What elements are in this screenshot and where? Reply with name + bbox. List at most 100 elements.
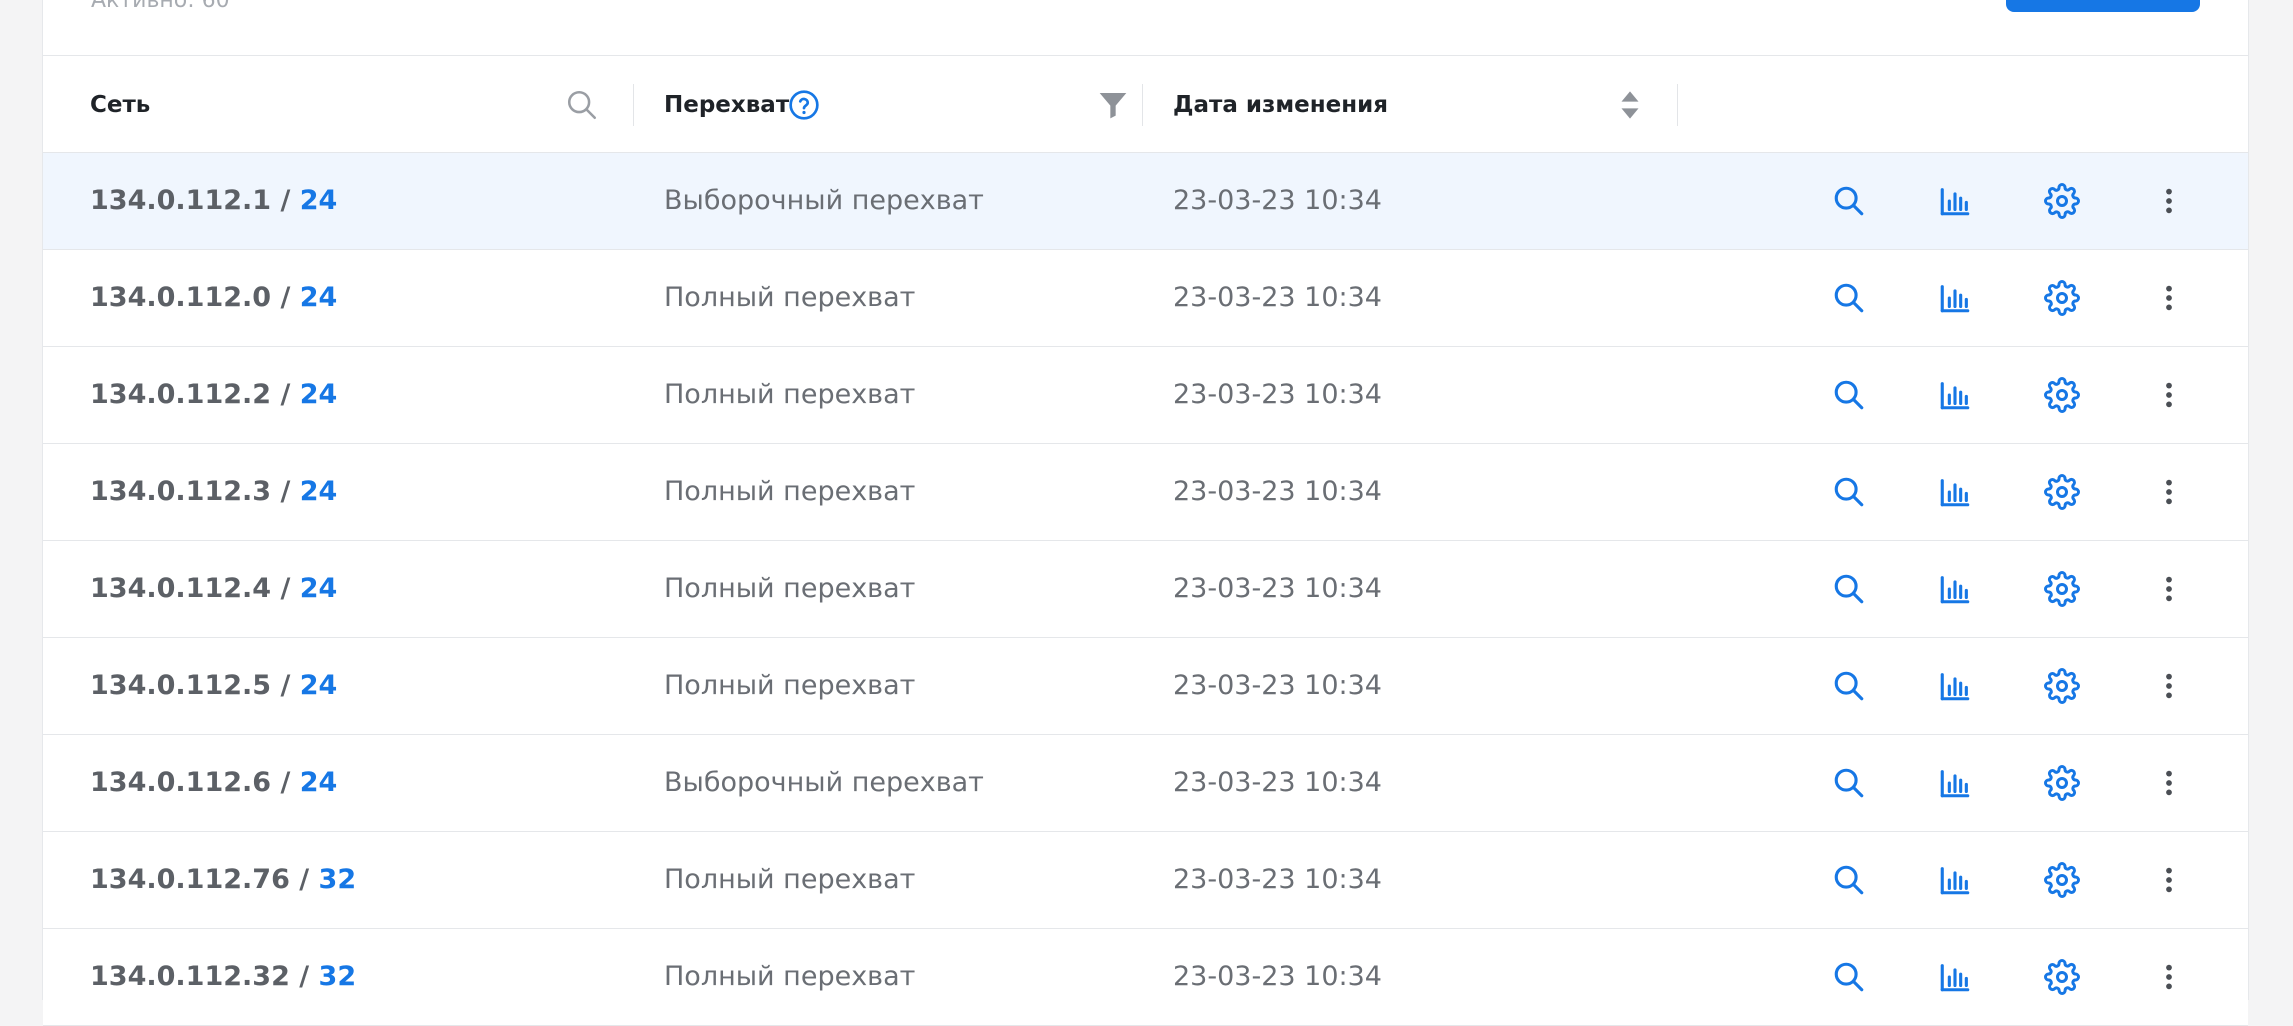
more-vertical-icon[interactable] <box>2147 761 2191 805</box>
intercept-mode: Полный перехват <box>664 864 916 895</box>
table-row[interactable]: 134.0.112.3 / 24 Полный перехват 23-03-2… <box>43 444 2248 541</box>
search-icon[interactable] <box>1827 858 1871 902</box>
chart-icon[interactable] <box>1933 664 1977 708</box>
sort-icon[interactable] <box>1611 86 1649 124</box>
networks-table-body: 134.0.112.1 / 24 Выборочный перехват 23-… <box>43 153 2248 1026</box>
intercept-mode: Полный перехват <box>664 573 916 604</box>
search-icon[interactable] <box>1827 955 1871 999</box>
gear-icon[interactable] <box>2040 179 2084 223</box>
gear-icon[interactable] <box>2040 761 2084 805</box>
modified-date: 23-03-23 10:34 <box>1173 864 1382 895</box>
more-vertical-icon[interactable] <box>2147 179 2191 223</box>
network-mask: 24 <box>299 573 338 604</box>
chart-icon[interactable] <box>1933 276 1977 320</box>
networks-card: Активно: 60 Сеть Перехват Дата изменения… <box>42 0 2249 1026</box>
network-ip: 134.0.112.6 <box>90 767 272 798</box>
network-separator: / <box>289 864 319 895</box>
gear-icon[interactable] <box>2040 373 2084 417</box>
chart-icon[interactable] <box>1933 567 1977 611</box>
network-mask: 24 <box>299 282 338 313</box>
chart-icon[interactable] <box>1933 470 1977 514</box>
gear-icon[interactable] <box>2040 567 2084 611</box>
search-icon[interactable] <box>1827 761 1871 805</box>
network-separator: / <box>271 185 300 216</box>
network-mask: 24 <box>299 185 338 216</box>
table-row[interactable]: 134.0.112.6 / 24 Выборочный перехват 23-… <box>43 735 2248 832</box>
network-cell: 134.0.112.2 / 24 <box>90 347 337 443</box>
network-cell: 134.0.112.3 / 24 <box>90 444 337 540</box>
network-separator: / <box>271 476 300 507</box>
network-mask: 24 <box>299 670 338 701</box>
intercept-mode: Полный перехват <box>664 670 916 701</box>
network-ip: 134.0.112.4 <box>90 573 272 604</box>
gear-icon[interactable] <box>2040 276 2084 320</box>
network-cell: 134.0.112.1 / 24 <box>90 153 337 249</box>
gear-icon[interactable] <box>2040 858 2084 902</box>
network-cell: 134.0.112.4 / 24 <box>90 541 337 637</box>
filter-icon[interactable] <box>1094 86 1132 124</box>
intercept-mode: Выборочный перехват <box>664 767 984 798</box>
network-ip: 134.0.112.32 <box>90 961 290 992</box>
search-icon[interactable] <box>1827 276 1871 320</box>
network-separator: / <box>271 670 300 701</box>
network-ip: 134.0.112.0 <box>90 282 272 313</box>
primary-action-button[interactable] <box>2006 0 2200 12</box>
gear-icon[interactable] <box>2040 470 2084 514</box>
table-row[interactable]: 134.0.112.76 / 32 Полный перехват 23-03-… <box>43 832 2248 929</box>
network-separator: / <box>289 961 319 992</box>
intercept-mode: Полный перехват <box>664 379 916 410</box>
gear-icon[interactable] <box>2040 955 2084 999</box>
column-header-network: Сеть <box>90 92 151 118</box>
help-icon[interactable] <box>785 86 823 124</box>
network-cell: 134.0.112.76 / 32 <box>90 832 356 928</box>
network-ip: 134.0.112.3 <box>90 476 272 507</box>
network-cell: 134.0.112.6 / 24 <box>90 735 337 831</box>
table-header: Сеть Перехват Дата изменения <box>43 57 2248 153</box>
chart-icon[interactable] <box>1933 373 1977 417</box>
search-icon[interactable] <box>1827 567 1871 611</box>
more-vertical-icon[interactable] <box>2147 470 2191 514</box>
modified-date: 23-03-23 10:34 <box>1173 961 1382 992</box>
more-vertical-icon[interactable] <box>2147 373 2191 417</box>
modified-date: 23-03-23 10:34 <box>1173 185 1382 216</box>
more-vertical-icon[interactable] <box>2147 664 2191 708</box>
active-count: Активно: 60 <box>91 0 230 13</box>
network-ip: 134.0.112.1 <box>90 185 272 216</box>
more-vertical-icon[interactable] <box>2147 276 2191 320</box>
search-icon[interactable] <box>1827 179 1871 223</box>
network-ip: 134.0.112.76 <box>90 864 290 895</box>
column-divider <box>633 84 634 126</box>
network-ip: 134.0.112.2 <box>90 379 272 410</box>
gear-icon[interactable] <box>2040 664 2084 708</box>
network-mask: 24 <box>299 379 338 410</box>
chart-icon[interactable] <box>1933 858 1977 902</box>
modified-date: 23-03-23 10:34 <box>1173 670 1382 701</box>
network-separator: / <box>271 767 300 798</box>
table-row[interactable]: 134.0.112.2 / 24 Полный перехват 23-03-2… <box>43 347 2248 444</box>
network-mask: 32 <box>318 961 357 992</box>
chart-icon[interactable] <box>1933 955 1977 999</box>
intercept-mode: Выборочный перехват <box>664 185 984 216</box>
modified-date: 23-03-23 10:34 <box>1173 282 1382 313</box>
table-row[interactable]: 134.0.112.5 / 24 Полный перехват 23-03-2… <box>43 638 2248 735</box>
chart-icon[interactable] <box>1933 761 1977 805</box>
more-vertical-icon[interactable] <box>2147 955 2191 999</box>
network-cell: 134.0.112.0 / 24 <box>90 250 337 346</box>
network-separator: / <box>271 379 300 410</box>
modified-date: 23-03-23 10:34 <box>1173 573 1382 604</box>
network-mask: 24 <box>299 767 338 798</box>
network-mask: 32 <box>318 864 357 895</box>
more-vertical-icon[interactable] <box>2147 567 2191 611</box>
table-row[interactable]: 134.0.112.32 / 32 Полный перехват 23-03-… <box>43 929 2248 1026</box>
search-icon[interactable] <box>1827 470 1871 514</box>
more-vertical-icon[interactable] <box>2147 858 2191 902</box>
table-row[interactable]: 134.0.112.0 / 24 Полный перехват 23-03-2… <box>43 250 2248 347</box>
summary-bar: Активно: 60 <box>43 0 2248 56</box>
search-icon[interactable] <box>563 86 601 124</box>
search-icon[interactable] <box>1827 373 1871 417</box>
table-row[interactable]: 134.0.112.1 / 24 Выборочный перехват 23-… <box>43 153 2248 250</box>
search-icon[interactable] <box>1827 664 1871 708</box>
chart-icon[interactable] <box>1933 179 1977 223</box>
column-divider <box>1142 84 1143 126</box>
table-row[interactable]: 134.0.112.4 / 24 Полный перехват 23-03-2… <box>43 541 2248 638</box>
